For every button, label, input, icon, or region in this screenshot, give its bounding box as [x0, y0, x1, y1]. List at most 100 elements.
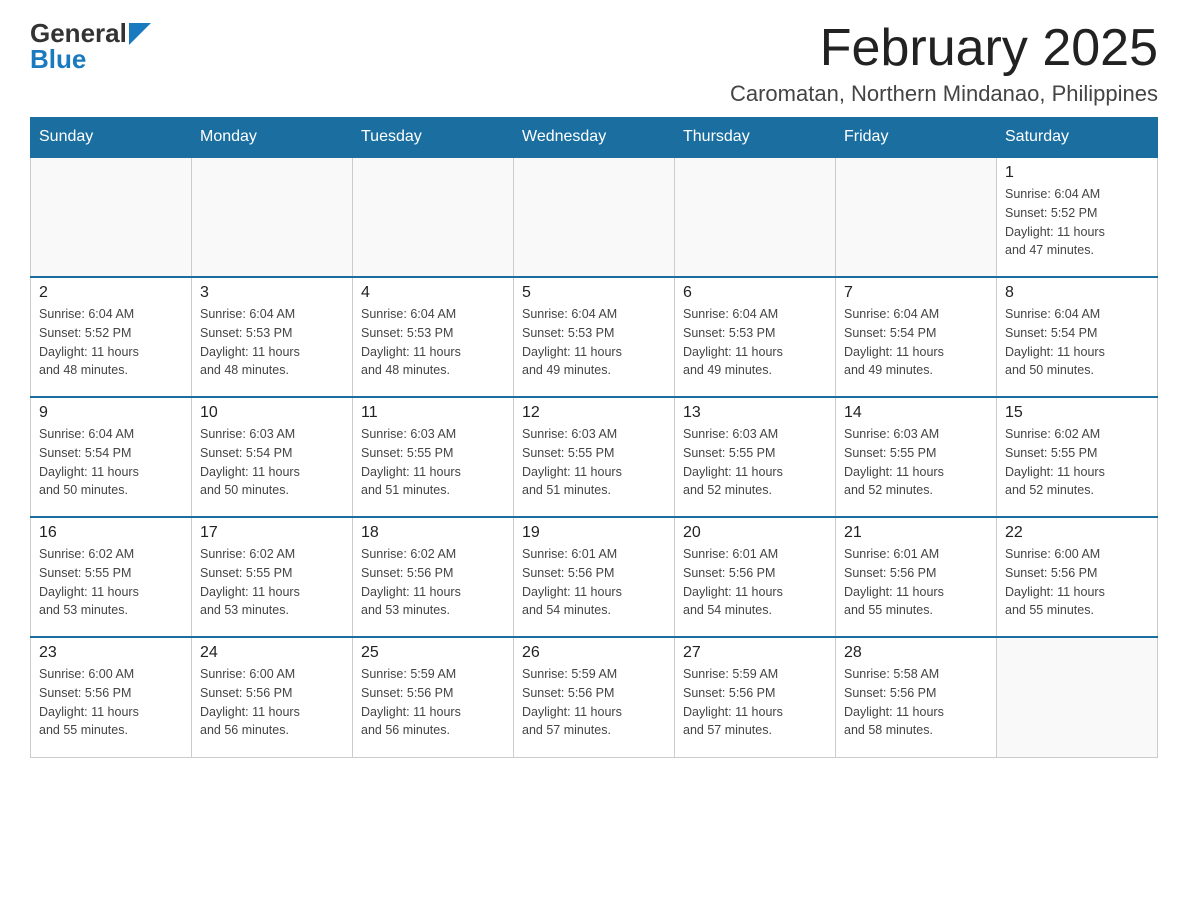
day-info-22: Sunrise: 6:00 AM Sunset: 5:56 PM Dayligh… — [1005, 545, 1149, 620]
day-number-15: 15 — [1005, 404, 1149, 422]
day-info-20: Sunrise: 6:01 AM Sunset: 5:56 PM Dayligh… — [683, 545, 827, 620]
day-info-6: Sunrise: 6:04 AM Sunset: 5:53 PM Dayligh… — [683, 305, 827, 380]
calendar-cell-w5-d4: 27 Sunrise: 5:59 AM Sunset: 5:56 PM Dayli… — [675, 637, 836, 757]
header-friday: Friday — [836, 118, 997, 158]
calendar-cell-w2-d0: 2Sunrise: 6:04 AM Sunset: 5:52 PM Daylig… — [31, 277, 192, 397]
day-info-3: Sunrise: 6:04 AM Sunset: 5:53 PM Dayligh… — [200, 305, 344, 380]
calendar-cell-w5-d0: 23 Sunrise: 6:00 AM Sunset: 5:56 PM Dayli… — [31, 637, 192, 757]
logo-general-text: General — [30, 20, 127, 46]
day-number-3: 3 — [200, 284, 344, 302]
header-thursday: Thursday — [675, 118, 836, 158]
calendar-cell-w2-d4: 6 Sunrise: 6:04 AM Sunset: 5:53 PM Daylig… — [675, 277, 836, 397]
calendar-cell-w1-d5 — [836, 157, 997, 277]
day-number-28: 28 — [844, 644, 988, 662]
day-info-1: Sunrise: 6:04 AM Sunset: 5:52 PM Dayligh… — [1005, 185, 1149, 260]
day-info-15: Sunrise: 6:02 AM Sunset: 5:55 PM Dayligh… — [1005, 425, 1149, 500]
day-info-9: Sunrise: 6:04 AM Sunset: 5:54 PM Dayligh… — [39, 425, 183, 500]
day-number-8: 8 — [1005, 284, 1149, 302]
day-number-22: 22 — [1005, 524, 1149, 542]
calendar-cell-w5-d2: 25 Sunrise: 5:59 AM Sunset: 5:56 PM Dayli… — [353, 637, 514, 757]
day-number-23: 23 — [39, 644, 183, 662]
day-number-5: 5 — [522, 284, 666, 302]
day-number-7: 7 — [844, 284, 988, 302]
day-info-17: Sunrise: 6:02 AM Sunset: 5:55 PM Dayligh… — [200, 545, 344, 620]
day-info-21: Sunrise: 6:01 AM Sunset: 5:56 PM Dayligh… — [844, 545, 988, 620]
location-title: Caromatan, Northern Mindanao, Philippine… — [730, 81, 1158, 107]
day-info-10: Sunrise: 6:03 AM Sunset: 5:54 PM Dayligh… — [200, 425, 344, 500]
calendar-cell-w4-d2: 18 Sunrise: 6:02 AM Sunset: 5:56 PM Dayli… — [353, 517, 514, 637]
calendar-cell-w1-d4 — [675, 157, 836, 277]
day-number-14: 14 — [844, 404, 988, 422]
calendar-cell-w1-d1 — [192, 157, 353, 277]
day-number-11: 11 — [361, 404, 505, 422]
calendar-cell-w4-d3: 19 Sunrise: 6:01 AM Sunset: 5:56 PM Dayli… — [514, 517, 675, 637]
calendar-table: Sunday Monday Tuesday Wednesday Thursday… — [30, 117, 1158, 758]
calendar-cell-w2-d1: 3 Sunrise: 6:04 AM Sunset: 5:53 PM Daylig… — [192, 277, 353, 397]
calendar-cell-w3-d1: 10 Sunrise: 6:03 AM Sunset: 5:54 PM Dayli… — [192, 397, 353, 517]
calendar-cell-w3-d6: 15 Sunrise: 6:02 AM Sunset: 5:55 PM Dayli… — [997, 397, 1158, 517]
logo-triangle-icon — [129, 23, 151, 45]
calendar-cell-w1-d3 — [514, 157, 675, 277]
week-row-4: 16 Sunrise: 6:02 AM Sunset: 5:55 PM Dayli… — [31, 517, 1158, 637]
calendar-cell-w4-d0: 16 Sunrise: 6:02 AM Sunset: 5:55 PM Dayli… — [31, 517, 192, 637]
day-info-27: Sunrise: 5:59 AM Sunset: 5:56 PM Dayligh… — [683, 665, 827, 740]
calendar-cell-w2-d6: 8Sunrise: 6:04 AM Sunset: 5:54 PM Daylig… — [997, 277, 1158, 397]
day-info-16: Sunrise: 6:02 AM Sunset: 5:55 PM Dayligh… — [39, 545, 183, 620]
day-number-10: 10 — [200, 404, 344, 422]
day-number-12: 12 — [522, 404, 666, 422]
month-title: February 2025 — [730, 20, 1158, 77]
week-row-5: 23 Sunrise: 6:00 AM Sunset: 5:56 PM Dayli… — [31, 637, 1158, 757]
calendar-cell-w4-d4: 20 Sunrise: 6:01 AM Sunset: 5:56 PM Dayli… — [675, 517, 836, 637]
header-wednesday: Wednesday — [514, 118, 675, 158]
day-number-17: 17 — [200, 524, 344, 542]
logo: General Blue — [30, 20, 151, 72]
header: General Blue February 2025 Caromatan, No… — [30, 20, 1158, 107]
week-row-2: 2Sunrise: 6:04 AM Sunset: 5:52 PM Daylig… — [31, 277, 1158, 397]
header-saturday: Saturday — [997, 118, 1158, 158]
calendar-cell-w1-d6: 1 Sunrise: 6:04 AM Sunset: 5:52 PM Daylig… — [997, 157, 1158, 277]
calendar-cell-w4-d1: 17 Sunrise: 6:02 AM Sunset: 5:55 PM Dayli… — [192, 517, 353, 637]
day-info-18: Sunrise: 6:02 AM Sunset: 5:56 PM Dayligh… — [361, 545, 505, 620]
day-info-13: Sunrise: 6:03 AM Sunset: 5:55 PM Dayligh… — [683, 425, 827, 500]
day-number-19: 19 — [522, 524, 666, 542]
calendar-cell-w5-d3: 26Sunrise: 5:59 AM Sunset: 5:56 PM Dayli… — [514, 637, 675, 757]
day-info-23: Sunrise: 6:00 AM Sunset: 5:56 PM Dayligh… — [39, 665, 183, 740]
day-number-9: 9 — [39, 404, 183, 422]
day-info-19: Sunrise: 6:01 AM Sunset: 5:56 PM Dayligh… — [522, 545, 666, 620]
day-info-14: Sunrise: 6:03 AM Sunset: 5:55 PM Dayligh… — [844, 425, 988, 500]
day-number-25: 25 — [361, 644, 505, 662]
header-tuesday: Tuesday — [353, 118, 514, 158]
day-number-20: 20 — [683, 524, 827, 542]
day-number-13: 13 — [683, 404, 827, 422]
calendar-cell-w3-d4: 13 Sunrise: 6:03 AM Sunset: 5:55 PM Dayli… — [675, 397, 836, 517]
week-row-3: 9 Sunrise: 6:04 AM Sunset: 5:54 PM Daylig… — [31, 397, 1158, 517]
day-number-6: 6 — [683, 284, 827, 302]
day-info-25: Sunrise: 5:59 AM Sunset: 5:56 PM Dayligh… — [361, 665, 505, 740]
calendar-cell-w4-d6: 22 Sunrise: 6:00 AM Sunset: 5:56 PM Dayli… — [997, 517, 1158, 637]
day-number-21: 21 — [844, 524, 988, 542]
day-info-2: Sunrise: 6:04 AM Sunset: 5:52 PM Dayligh… — [39, 305, 183, 380]
weekday-header-row: Sunday Monday Tuesday Wednesday Thursday… — [31, 118, 1158, 158]
day-number-4: 4 — [361, 284, 505, 302]
calendar-cell-w4-d5: 21 Sunrise: 6:01 AM Sunset: 5:56 PM Dayli… — [836, 517, 997, 637]
day-info-4: Sunrise: 6:04 AM Sunset: 5:53 PM Dayligh… — [361, 305, 505, 380]
calendar-cell-w1-d0 — [31, 157, 192, 277]
calendar-cell-w2-d2: 4 Sunrise: 6:04 AM Sunset: 5:53 PM Daylig… — [353, 277, 514, 397]
day-info-24: Sunrise: 6:00 AM Sunset: 5:56 PM Dayligh… — [200, 665, 344, 740]
header-sunday: Sunday — [31, 118, 192, 158]
calendar-cell-w3-d3: 12Sunrise: 6:03 AM Sunset: 5:55 PM Dayli… — [514, 397, 675, 517]
calendar-cell-w1-d2 — [353, 157, 514, 277]
day-info-11: Sunrise: 6:03 AM Sunset: 5:55 PM Dayligh… — [361, 425, 505, 500]
day-info-28: Sunrise: 5:58 AM Sunset: 5:56 PM Dayligh… — [844, 665, 988, 740]
title-section: February 2025 Caromatan, Northern Mindan… — [730, 20, 1158, 107]
day-info-7: Sunrise: 6:04 AM Sunset: 5:54 PM Dayligh… — [844, 305, 988, 380]
day-number-27: 27 — [683, 644, 827, 662]
day-number-1: 1 — [1005, 164, 1149, 182]
calendar-cell-w2-d5: 7 Sunrise: 6:04 AM Sunset: 5:54 PM Daylig… — [836, 277, 997, 397]
calendar-cell-w3-d2: 11 Sunrise: 6:03 AM Sunset: 5:55 PM Dayli… — [353, 397, 514, 517]
day-number-18: 18 — [361, 524, 505, 542]
calendar-cell-w2-d3: 5Sunrise: 6:04 AM Sunset: 5:53 PM Daylig… — [514, 277, 675, 397]
header-monday: Monday — [192, 118, 353, 158]
calendar-cell-w3-d0: 9 Sunrise: 6:04 AM Sunset: 5:54 PM Daylig… — [31, 397, 192, 517]
day-number-16: 16 — [39, 524, 183, 542]
